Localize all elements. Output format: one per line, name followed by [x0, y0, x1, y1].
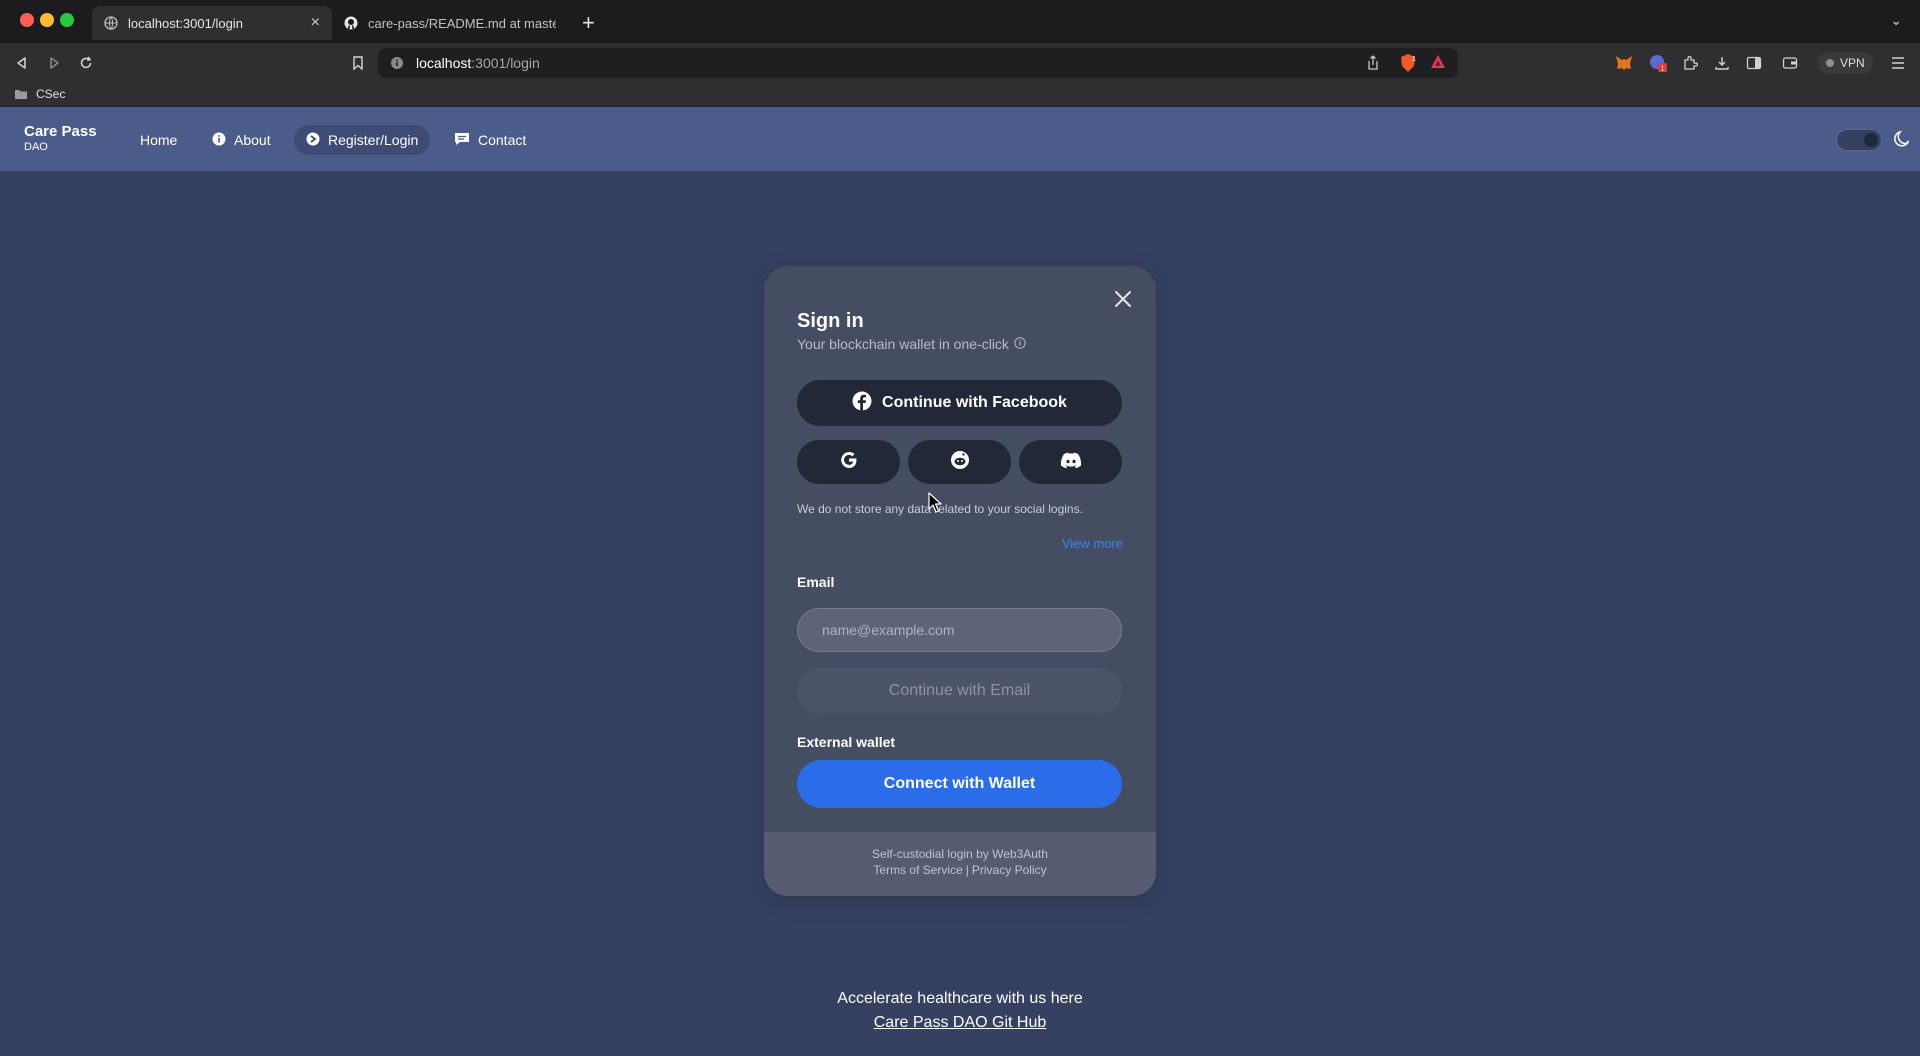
email-label: Email: [797, 574, 835, 590]
sign-in-modal: Sign in Your blockchain wallet in one-cl…: [764, 266, 1156, 896]
modal-subtitle-text: Your blockchain wallet in one-click: [797, 336, 1009, 352]
url-path: :3001/login: [471, 55, 540, 71]
email-field[interactable]: [797, 608, 1122, 652]
svg-text:1: 1: [1661, 66, 1665, 73]
continue-with-reddit-button[interactable]: [908, 440, 1011, 484]
nav-register-login[interactable]: Register/Login: [294, 125, 431, 155]
brand-subtitle: DAO: [24, 141, 48, 153]
continue-with-google-button[interactable]: [797, 440, 900, 484]
back-icon: [17, 57, 26, 69]
chat-icon: [454, 132, 470, 149]
nav-about[interactable]: About: [200, 125, 283, 155]
modal-title: Sign in: [797, 310, 864, 332]
vpn-status-icon: [1826, 59, 1834, 67]
back-button[interactable]: [10, 51, 34, 75]
modal-footer: Self-custodial login by Web3Auth Terms o…: [764, 832, 1156, 896]
facebook-icon: [852, 391, 872, 416]
nav-contact-label: Contact: [478, 132, 527, 148]
theme-toggle[interactable]: [1836, 129, 1882, 151]
continue-with-discord-button[interactable]: [1019, 440, 1122, 484]
discord-icon: [1060, 451, 1082, 474]
folder-icon: [15, 90, 27, 99]
brave-rewards-icon[interactable]: [1430, 54, 1446, 73]
vpn-button[interactable]: VPN: [1818, 52, 1873, 74]
globe-icon: [104, 16, 118, 30]
close-window-button[interactable]: [20, 13, 34, 27]
view-more-link[interactable]: View more: [1062, 536, 1123, 551]
bookmarks-bar: CSec: [0, 83, 1920, 107]
maximize-window-button[interactable]: [60, 13, 74, 27]
sidebar-icon[interactable]: [1744, 53, 1764, 73]
google-icon: [838, 449, 860, 476]
modal-subtitle: Your blockchain wallet in one-click: [797, 336, 1026, 352]
menu-icon[interactable]: [1888, 53, 1908, 73]
url-host: localhost: [416, 55, 472, 71]
nav-about-label: About: [234, 132, 271, 148]
browser-toolbar: localhost:3001/login 1 1 VPN: [0, 43, 1920, 83]
forward-icon: [50, 57, 59, 69]
reddit-icon: [949, 449, 971, 476]
bookmark-icon[interactable]: [346, 51, 370, 75]
wallet-icon[interactable]: [1780, 53, 1800, 73]
info-circle-icon[interactable]: [1014, 336, 1026, 352]
vpn-label: VPN: [1840, 56, 1865, 70]
reload-button[interactable]: [74, 51, 98, 75]
mouse-cursor-icon: [928, 492, 944, 514]
extensions-puzzle-icon[interactable]: [1680, 53, 1700, 73]
tab-localhost-login[interactable]: localhost:3001/login ×: [92, 6, 332, 40]
metamask-icon[interactable]: [1614, 53, 1634, 73]
nav-contact[interactable]: Contact: [442, 125, 538, 155]
github-repo-link-text[interactable]: Care Pass DAO Git Hub: [874, 1014, 1047, 1031]
new-tab-button[interactable]: +: [582, 10, 595, 36]
continue-with-email-button[interactable]: Continue with Email: [797, 668, 1122, 714]
site-navbar: Care Pass DAO Home About Register/Login …: [0, 107, 1920, 171]
browser-tab-bar: localhost:3001/login × care-pass/README.…: [0, 0, 1920, 43]
svg-text:1: 1: [1412, 56, 1416, 63]
login-icon: [306, 132, 320, 149]
minimize-window-button[interactable]: [40, 13, 54, 27]
reload-icon: [80, 56, 92, 69]
terms-of-service-link[interactable]: Terms of Service: [873, 863, 962, 877]
footer-tagline: Accelerate healthcare with us here: [837, 990, 1083, 1007]
forward-button[interactable]: [42, 51, 66, 75]
extension-badge-icon[interactable]: 1: [1648, 53, 1668, 73]
info-icon: [212, 132, 226, 149]
web3auth-credit: Self-custodial login by Web3Auth: [872, 847, 1048, 861]
bookmark-label: CSec: [36, 87, 66, 101]
chevron-down-icon[interactable]: ⌄: [1890, 12, 1902, 29]
nav-register-login-label: Register/Login: [328, 132, 419, 148]
footer-separator: |: [965, 863, 969, 877]
external-wallet-label: External wallet: [797, 734, 896, 750]
moon-icon: [1892, 129, 1912, 149]
download-icon[interactable]: [1712, 53, 1732, 73]
site-info-icon[interactable]: [390, 56, 404, 70]
continue-with-facebook-button[interactable]: Continue with Facebook: [797, 380, 1122, 426]
nav-home-label: Home: [140, 132, 178, 148]
github-icon: [344, 16, 358, 30]
close-icon[interactable]: [1112, 288, 1134, 310]
tab-github-readme[interactable]: care-pass/README.md at master ·: [332, 6, 568, 40]
close-tab-icon[interactable]: ×: [311, 14, 320, 32]
tab-title: localhost:3001/login: [128, 15, 243, 31]
brave-shields-icon[interactable]: 1: [1398, 53, 1418, 76]
connect-with-wallet-button[interactable]: Connect with Wallet: [797, 760, 1122, 808]
toggle-knob: [1864, 133, 1878, 147]
tab-title: care-pass/README.md at master ·: [368, 15, 556, 31]
brand-name: Care Pass: [24, 123, 97, 140]
privacy-policy-link[interactable]: Privacy Policy: [972, 863, 1047, 877]
share-icon[interactable]: [1366, 55, 1380, 74]
brand-logo[interactable]: Care Pass DAO: [24, 123, 97, 153]
github-repo-link: Care Pass DAO Git Hub: [0, 1014, 1920, 1032]
address-bar[interactable]: localhost:3001/login 1: [378, 48, 1458, 78]
bookmark-folder-csec[interactable]: CSec: [14, 87, 65, 101]
facebook-button-label: Continue with Facebook: [882, 394, 1067, 411]
nav-home[interactable]: Home: [128, 125, 189, 155]
